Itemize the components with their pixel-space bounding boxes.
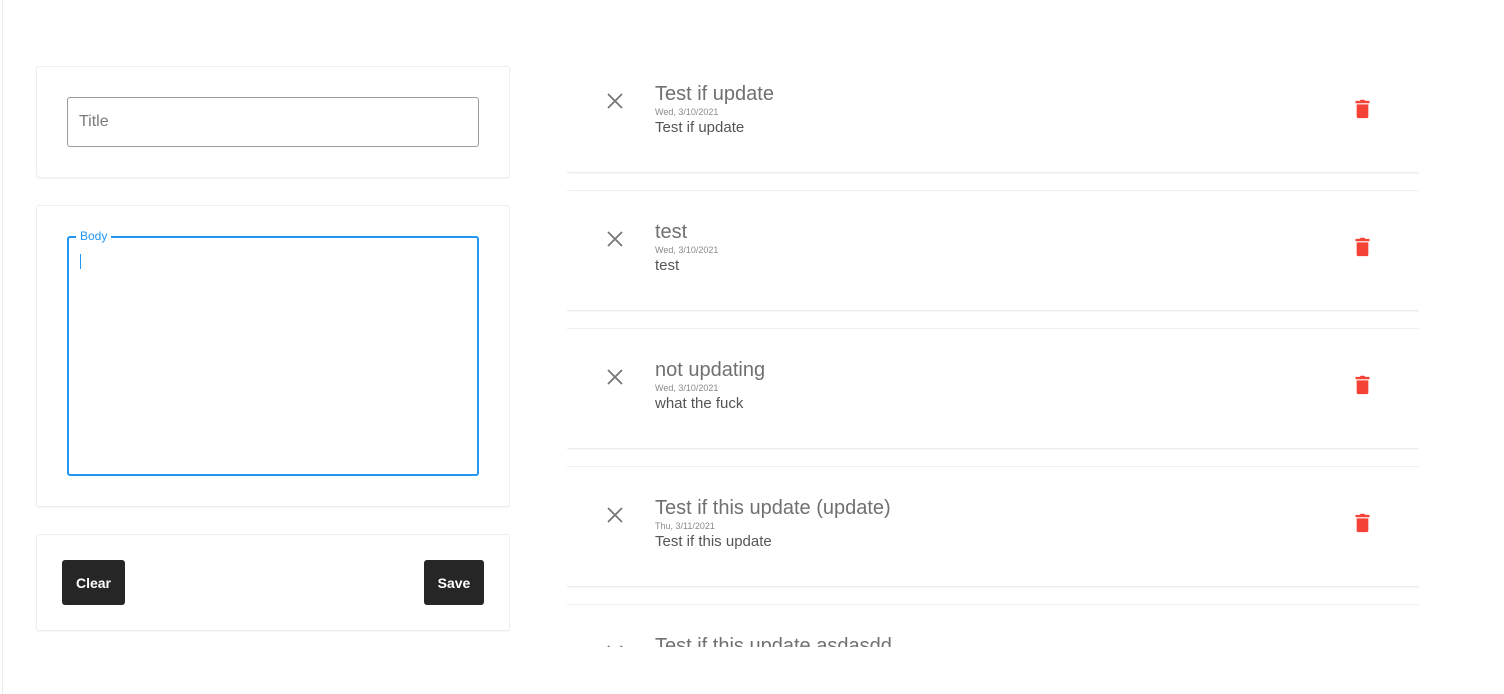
close-icon[interactable]	[607, 507, 623, 523]
close-icon[interactable]	[607, 369, 623, 385]
title-input[interactable]	[67, 97, 479, 147]
trash-icon[interactable]	[1354, 98, 1371, 119]
note-card: not updating Wed, 3/10/2021 what the fuc…	[567, 329, 1419, 448]
close-icon[interactable]	[607, 645, 623, 647]
note-date: Wed, 3/10/2021	[655, 245, 719, 255]
title-card	[37, 67, 509, 177]
note-card: Test if this update asdasdd	[567, 605, 1419, 647]
note-title: Test if this update (update)	[655, 497, 891, 519]
note-date: Wed, 3/10/2021	[655, 107, 719, 117]
close-icon[interactable]	[607, 231, 623, 247]
window-edge	[2, 0, 3, 694]
note-date: Thu, 3/11/2021	[655, 521, 715, 531]
note-body: Test if update	[655, 119, 745, 136]
note-body: Test if this update	[655, 533, 772, 550]
note-date: Wed, 3/10/2021	[655, 383, 719, 393]
actions-card: Clear Save	[37, 535, 509, 630]
note-title: test	[655, 221, 688, 243]
save-button[interactable]: Save	[424, 560, 484, 605]
body-textarea[interactable]	[69, 238, 477, 474]
notes-list: Test if update Wed, 3/10/2021 Test if up…	[567, 53, 1419, 647]
note-card: Test if update Wed, 3/10/2021 Test if up…	[567, 53, 1419, 172]
trash-icon[interactable]	[1354, 236, 1371, 257]
body-card: Body	[37, 206, 509, 506]
note-title: Test if update	[655, 83, 774, 105]
trash-icon[interactable]	[1354, 374, 1371, 395]
clear-button[interactable]: Clear	[62, 560, 125, 605]
note-card: test Wed, 3/10/2021 test	[567, 191, 1419, 310]
note-card: Test if this update (update) Thu, 3/11/2…	[567, 467, 1419, 586]
note-title: Test if this update asdasdd	[655, 635, 892, 647]
note-body: test	[655, 257, 680, 274]
close-icon[interactable]	[607, 93, 623, 109]
trash-icon[interactable]	[1354, 512, 1371, 533]
note-body: what the fuck	[655, 395, 744, 412]
body-field: Body	[67, 229, 479, 476]
note-title: not updating	[655, 359, 766, 381]
